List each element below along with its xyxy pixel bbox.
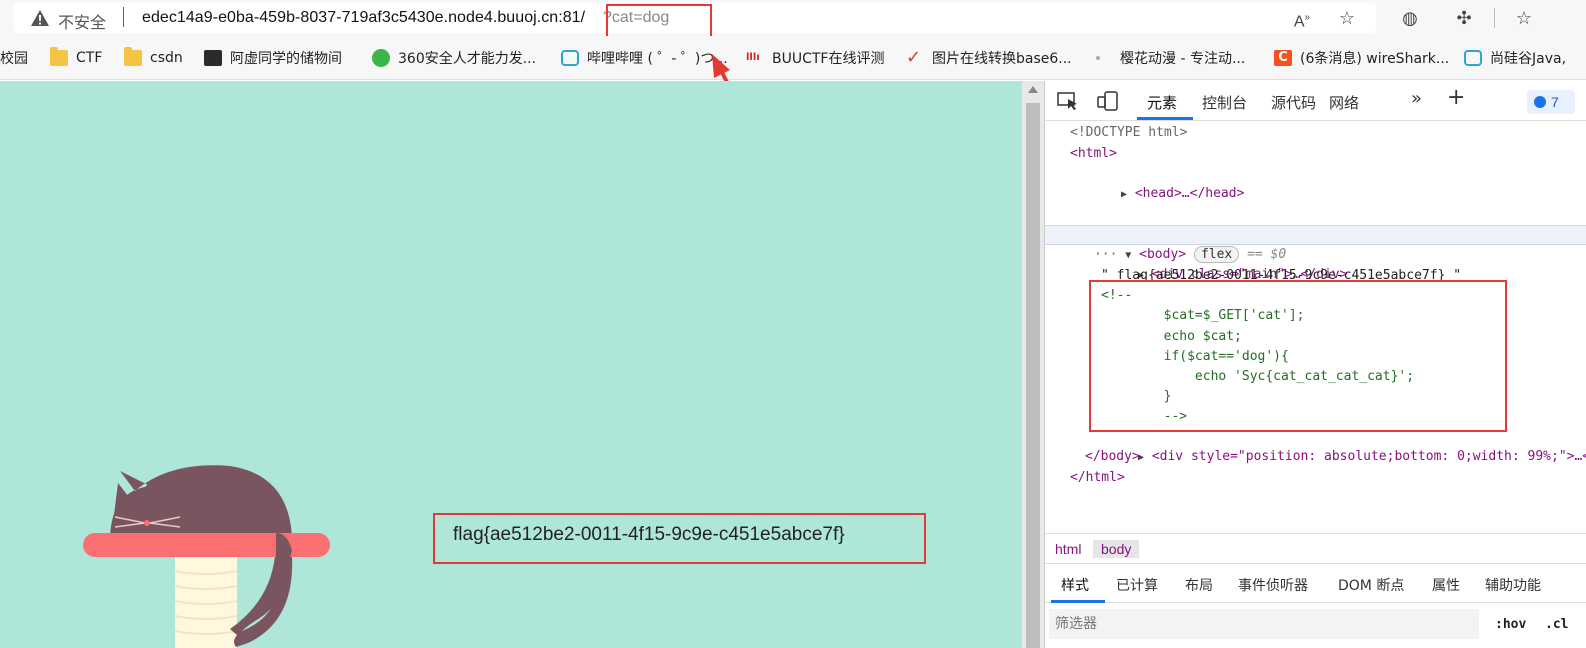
bookmark-item[interactable]: C (6条消息) wireShark...: [1274, 47, 1449, 69]
bookmark-label: csdn: [150, 50, 183, 66]
bookmark-item[interactable]: 尚硅谷Java,: [1464, 47, 1566, 69]
breadcrumb-body[interactable]: body: [1093, 540, 1140, 558]
tab-dom-breakpoints[interactable]: DOM 断点: [1338, 575, 1404, 595]
bookmark-label: 校园: [0, 51, 28, 67]
devtools-panel: 元素 控制台 源代码 网络 » + 7 <!DOCTYPE html> <htm…: [1044, 81, 1586, 648]
bookmarks-bar: 校园 CTF csdn 阿虚同学的储物间 360安全人才能力发... 哔哩哔哩 …: [0, 36, 1586, 80]
bilibili-icon: [1464, 50, 1482, 66]
tab-sources[interactable]: 源代码: [1271, 92, 1316, 113]
bookmark-label: 360安全人才能力发...: [398, 51, 537, 67]
bookmark-label: 图片在线转换base6...: [932, 51, 1072, 67]
page-content: flag{ae512be2-0011-4f15-9c9e-c451e5abce7…: [0, 81, 1022, 648]
head-tag: <head>…</head>: [1134, 186, 1245, 201]
warning-icon[interactable]: [30, 8, 50, 28]
tab-console[interactable]: 控制台: [1202, 92, 1247, 113]
styles-tabs-bar: 样式 已计算 布局 事件侦听器 DOM 断点 属性 辅助功能: [1045, 563, 1586, 603]
html-open-tag[interactable]: <html>: [1070, 144, 1117, 164]
issues-count: 7: [1551, 94, 1559, 110]
read-aloud-icon[interactable]: A»: [1290, 6, 1314, 30]
flag-text: flag{ae512be2-0011-4f15-9c9e-c451e5abce7…: [453, 524, 845, 545]
more-tabs-icon[interactable]: »: [1411, 88, 1422, 109]
dot-icon: [1096, 56, 1100, 60]
bookmark-folder-csdn[interactable]: csdn: [124, 47, 183, 69]
div-style-tag: <div style="position: absolute;bottom: 0…: [1151, 449, 1586, 464]
hov-toggle[interactable]: :hov: [1495, 617, 1526, 632]
translate-globe-icon[interactable]: ◍: [1398, 6, 1422, 30]
avatar-icon: [204, 50, 222, 66]
toolbar-separator: [1494, 8, 1495, 28]
folder-icon: [124, 47, 142, 66]
page-scrollbar[interactable]: [1022, 81, 1044, 648]
device-emulation-icon[interactable]: [1097, 91, 1119, 111]
head-node[interactable]: ▶ <head>…</head>: [1074, 164, 1244, 201]
folder-icon: [50, 47, 68, 66]
bookmark-label: 樱花动漫 - 专注动...: [1120, 51, 1246, 67]
check-icon: ✓: [906, 47, 922, 68]
issues-badge[interactable]: 7: [1527, 90, 1575, 114]
body-node[interactable]: ··· ▼ <body> flex == $0: [1047, 225, 1286, 263]
add-favorite-icon[interactable]: ☆: [1335, 6, 1359, 30]
div-style-node[interactable]: ▶ <div style="position: absolute;bottom:…: [1091, 427, 1586, 464]
bookmark-item[interactable]: 樱花动漫 - 专注动...: [1096, 47, 1245, 69]
url-query-highlight-box: [606, 4, 712, 40]
bookmark-label: (6条消息) wireShark...: [1300, 51, 1450, 67]
cls-toggle[interactable]: .cl: [1545, 617, 1568, 632]
cat-illustration: [83, 465, 330, 648]
360-icon: [372, 49, 390, 67]
add-tab-icon[interactable]: +: [1447, 85, 1465, 110]
breadcrumb: html body: [1045, 533, 1586, 563]
inspect-element-icon[interactable]: [1057, 91, 1079, 111]
styles-filter-input[interactable]: [1049, 609, 1479, 639]
bookmark-label: CTF: [76, 50, 103, 66]
expand-triangle-icon[interactable]: ▶: [1121, 189, 1127, 200]
body-close-tag[interactable]: </body>: [1085, 447, 1140, 467]
tab-styles[interactable]: 样式: [1061, 575, 1089, 595]
comment-highlight-box: [1089, 280, 1507, 432]
tab-layout[interactable]: 布局: [1185, 575, 1213, 595]
bookmark-item[interactable]: 360安全人才能力发...: [372, 47, 536, 69]
tab-accessibility[interactable]: 辅助功能: [1485, 575, 1541, 595]
bookmark-label: 尚硅谷Java,: [1490, 51, 1567, 67]
bookmark-item[interactable]: 校园: [0, 47, 28, 69]
devtools-toolbar: 元素 控制台 源代码 网络 » + 7: [1045, 81, 1586, 121]
tab-properties[interactable]: 属性: [1432, 575, 1460, 595]
doctype-line[interactable]: <!DOCTYPE html>: [1070, 123, 1187, 143]
favorites-icon[interactable]: ☆: [1512, 6, 1536, 30]
scroll-thumb[interactable]: [1026, 103, 1040, 648]
insecure-label[interactable]: 不安全: [58, 9, 106, 33]
bookmark-label: BUUCTF在线评测: [772, 51, 885, 67]
bookmark-label: 阿虚同学的储物间: [230, 51, 342, 67]
filter-row: :hov .cl: [1045, 603, 1586, 648]
html-close-tag[interactable]: </html>: [1070, 468, 1125, 488]
tab-network[interactable]: 网络: [1329, 92, 1359, 113]
address-bar: 不安全 edec14a9-e0ba-459b-8037-719af3c5430e…: [0, 0, 1586, 40]
breadcrumb-html[interactable]: html: [1047, 540, 1089, 558]
message-icon: [1534, 96, 1546, 108]
tab-computed[interactable]: 已计算: [1116, 575, 1158, 595]
extensions-icon[interactable]: ✣: [1452, 6, 1476, 30]
bookmark-item[interactable]: ✓ 图片在线转换base6...: [906, 47, 1072, 69]
bookmark-folder-ctf[interactable]: CTF: [50, 47, 102, 69]
scroll-up-arrow-icon[interactable]: [1028, 86, 1038, 93]
bilibili-icon: [561, 50, 579, 66]
url-separator: [123, 7, 124, 27]
div-main-node[interactable]: ▶ <div class="main">…</div>: [1091, 245, 1348, 282]
csdn-c-icon: C: [1274, 50, 1292, 66]
bookmark-item[interactable]: 阿虚同学的储物间: [204, 47, 342, 69]
active-tab-indicator: [1137, 117, 1193, 120]
tab-event-listeners[interactable]: 事件侦听器: [1238, 575, 1308, 595]
url-host[interactable]: edec14a9-e0ba-459b-8037-719af3c5430e.nod…: [142, 9, 585, 27]
tab-elements[interactable]: 元素: [1147, 92, 1177, 113]
